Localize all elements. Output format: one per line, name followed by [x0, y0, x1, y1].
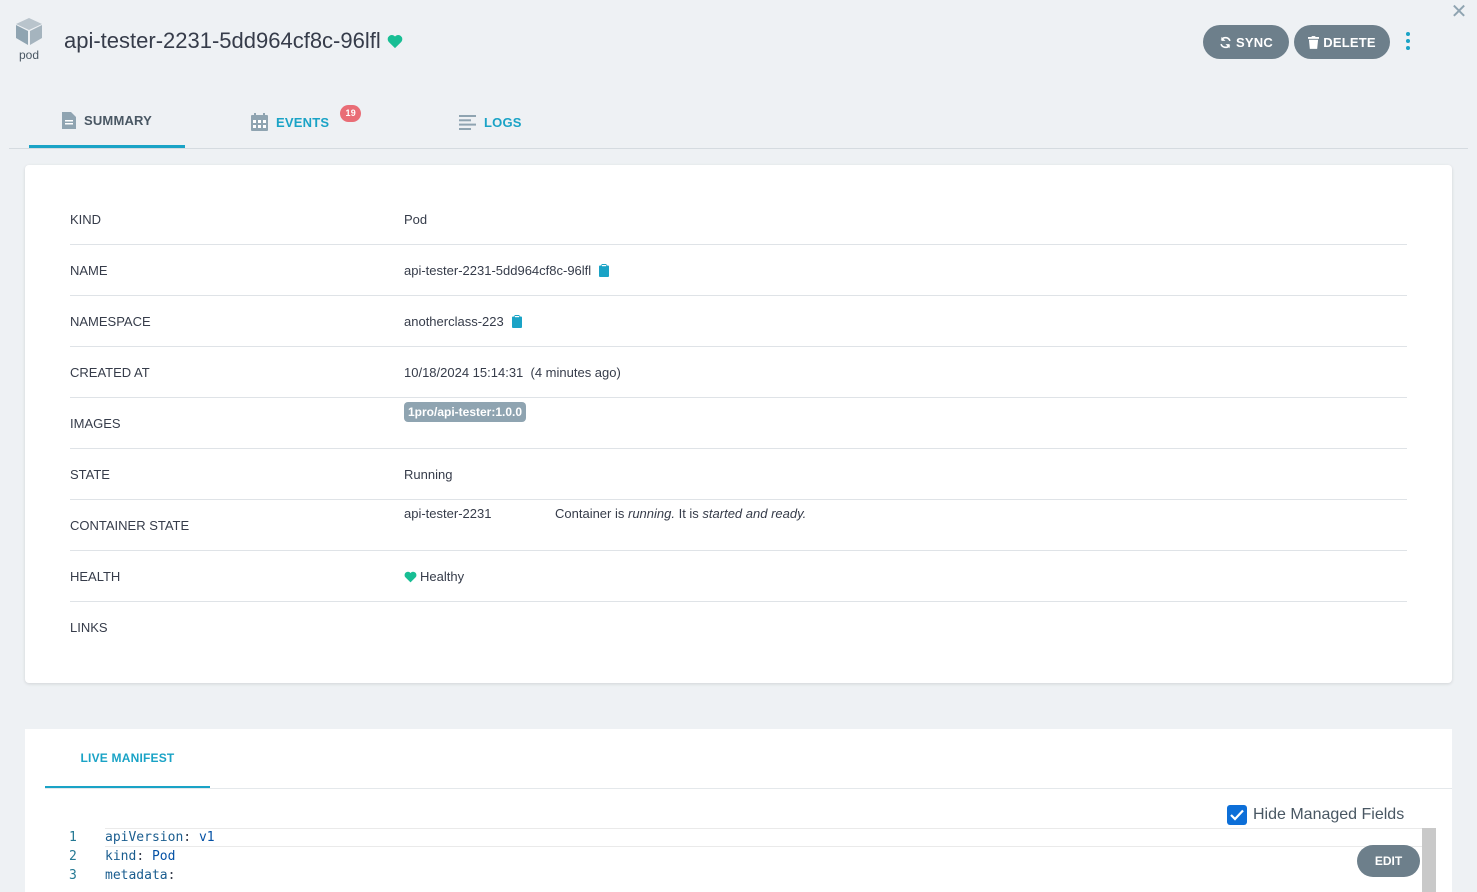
document-icon [61, 112, 76, 129]
row-value: 10/18/2024 15:14:31 (4 minutes ago) [404, 365, 621, 380]
row-label: CREATED AT [70, 365, 150, 380]
yaml-key: metadata [105, 868, 168, 883]
tab-bar: SUMMARY EVENTS 19 LOGS [9, 96, 1468, 149]
manifest-panel: LIVE MANIFEST Hide Managed Fields 1 apiV… [25, 729, 1452, 892]
checkmark-icon [1230, 809, 1244, 821]
summary-row-kind: KIND Pod [70, 194, 1407, 245]
sync-button[interactable]: SYNC [1203, 25, 1289, 59]
code-line: 1 apiVersion: v1 [69, 830, 215, 845]
editor-scrollbar[interactable] [1422, 828, 1436, 892]
summary-row-created-at: CREATED AT 10/18/2024 15:14:31 (4 minute… [70, 347, 1407, 398]
resource-name: api-tester-2231-5dd964cf8c-96lfl [64, 28, 381, 53]
close-icon[interactable]: ✕ [1450, 2, 1468, 22]
row-value: Healthy [420, 569, 465, 584]
hide-managed-fields-checkbox[interactable] [1227, 805, 1247, 825]
container-name: api-tester-2231 [404, 506, 492, 521]
row-label: CONTAINER STATE [70, 518, 190, 533]
yaml-key: apiVersion [105, 830, 184, 845]
edit-button[interactable]: EDIT [1357, 845, 1420, 877]
summary-card: KIND Pod NAME api-tester-2231-5dd964cf8c… [25, 165, 1452, 683]
yaml-value: Pod [151, 849, 176, 864]
row-label: NAMESPACE [70, 314, 151, 329]
line-number: 3 [69, 868, 77, 883]
summary-row-container-state: CONTAINER STATE api-tester-2231 Containe… [70, 500, 1407, 551]
summary-row-health: HEALTH Healthy [70, 551, 1407, 602]
sync-icon [1220, 36, 1231, 48]
row-label: KIND [70, 212, 102, 227]
manifest-tab-bar: LIVE MANIFEST [45, 729, 1452, 789]
more-actions-kebab-icon[interactable] [1399, 29, 1417, 53]
row-label: HEALTH [70, 569, 121, 584]
line-number: 2 [69, 849, 77, 864]
sync-label: SYNC [1236, 34, 1273, 50]
yaml-key: kind [105, 849, 137, 864]
copy-clipboard-icon[interactable] [511, 315, 522, 328]
tab-live-manifest[interactable]: LIVE MANIFEST [45, 729, 210, 788]
summary-row-links: LINKS [70, 602, 1407, 653]
heart-icon [404, 571, 417, 582]
manifest-editor[interactable]: 1 apiVersion: v1 2 kind: Pod 3 metadata: [69, 828, 1424, 892]
delete-button[interactable]: DELETE [1294, 25, 1390, 59]
summary-row-state: STATE Running [70, 449, 1407, 500]
delete-label: DELETE [1323, 34, 1376, 50]
row-label: NAME [70, 263, 108, 278]
summary-row-namespace: NAMESPACE anotherclass-223 [70, 296, 1407, 347]
summary-row-name: NAME api-tester-2231-5dd964cf8c-96lfl [70, 245, 1407, 296]
tab-events-label: EVENTS [276, 114, 330, 130]
tab-summary-label: SUMMARY [83, 113, 153, 128]
row-label: STATE [70, 467, 110, 482]
row-label: LINKS [70, 620, 108, 635]
trash-icon [1308, 35, 1320, 49]
hide-managed-fields-toggle[interactable]: Hide Managed Fields [1227, 805, 1404, 825]
row-value: Running [404, 467, 453, 482]
row-value: anotherclass-223 [404, 314, 504, 329]
summary-row-images: IMAGES 1pro/api-tester:1.0.0 [70, 398, 1407, 449]
row-label: IMAGES [70, 416, 121, 431]
kind-label: pod [18, 48, 40, 62]
copy-clipboard-icon[interactable] [599, 264, 610, 277]
tab-events[interactable]: EVENTS 19 [251, 96, 401, 148]
cube-icon [16, 18, 42, 45]
row-value: Pod [404, 212, 428, 227]
row-value: api-tester-2231-5dd964cf8c-96lfl [404, 263, 592, 278]
hide-managed-fields-label: Hide Managed Fields [1253, 806, 1405, 823]
calendar-icon [251, 113, 268, 131]
yaml-value: v1 [198, 830, 215, 845]
container-status-message: Container is running. It is started and … [555, 506, 807, 521]
code-line: 3 metadata: [69, 868, 176, 883]
page-title: api-tester-2231-5dd964cf8c-96lfl [64, 28, 403, 54]
align-left-icon [459, 114, 476, 130]
heart-icon [387, 34, 403, 48]
line-number: 1 [69, 830, 77, 845]
resource-kind: pod [12, 16, 46, 62]
image-chip: 1pro/api-tester:1.0.0 [404, 402, 527, 422]
code-line: 2 kind: Pod [69, 849, 176, 864]
tab-logs-label: LOGS [484, 114, 522, 130]
tab-logs[interactable]: LOGS [459, 96, 579, 148]
events-count-badge: 19 [340, 104, 362, 122]
tab-summary[interactable]: SUMMARY [29, 96, 185, 148]
